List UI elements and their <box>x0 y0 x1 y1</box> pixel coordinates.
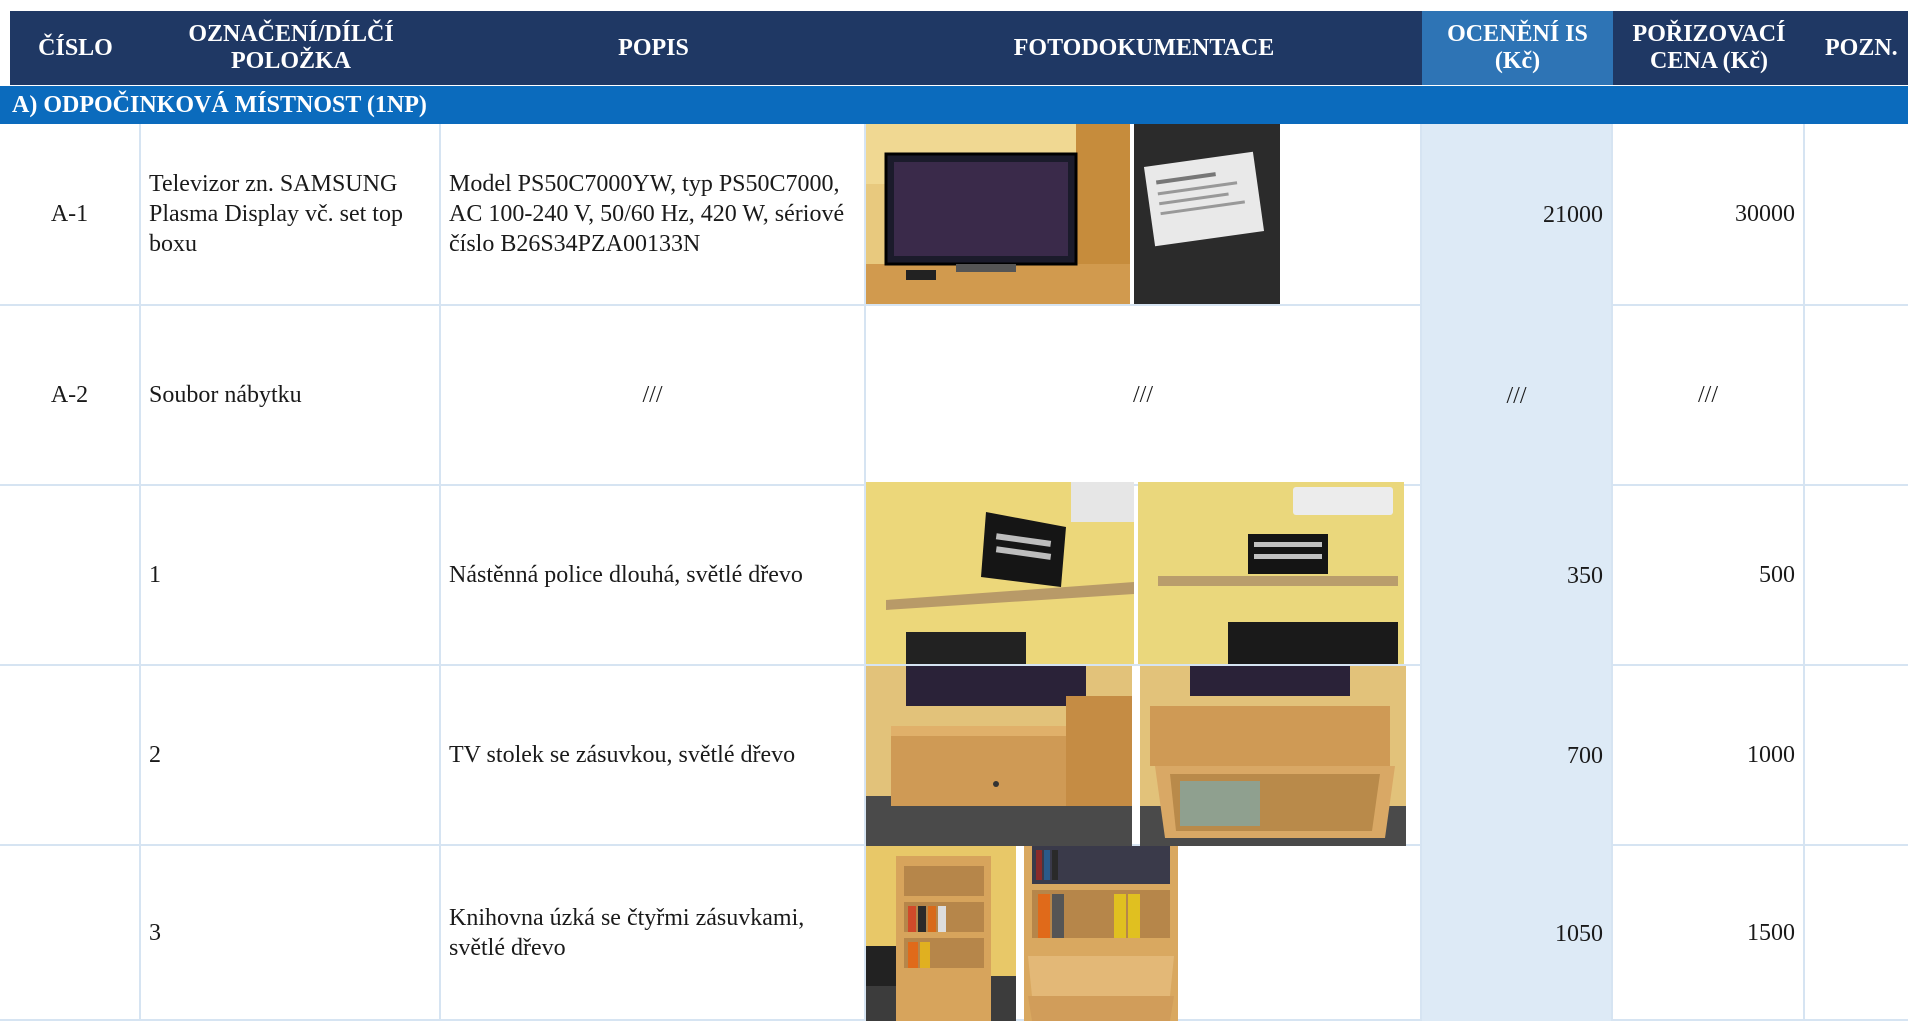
cell-oznaceni[interactable]: Televizor zn. SAMSUNG Plasma Display vč.… <box>141 124 441 306</box>
bookcase-photo[interactable] <box>866 846 1016 1021</box>
header-porizovaci-cena[interactable]: POŘIZOVACÍ CENA (Kč) <box>1613 11 1805 85</box>
cell-oceneni[interactable]: /// <box>1422 306 1613 486</box>
header-oznaceni[interactable]: OZNAČENÍ/DÍLČÍ POLOŽKA <box>141 11 441 85</box>
cell-pozn[interactable] <box>1805 486 1908 666</box>
wall-shelf-photo[interactable] <box>866 482 1134 664</box>
cell-text: 3 <box>149 919 161 946</box>
cell-text: Nástěnná police dlouhá, světlé dřevo <box>449 562 803 588</box>
cell-fotodokumentace[interactable]: /// <box>866 306 1422 486</box>
header-pozn-label: POZN. <box>1825 34 1898 61</box>
header-oznaceni-label: OZNAČENÍ/DÍLČÍ POLOŽKA <box>188 21 394 74</box>
cell-text: Knihovna úzká se čtyřmi zásuvkami, světl… <box>449 904 805 961</box>
cell-text: TV stolek se zásuvkou, světlé dřevo <box>449 742 796 768</box>
section-title-label: A) ODPOČINKOVÁ MÍSTNOST (1NP) <box>12 92 427 118</box>
table-row: 2 TV stolek se zásuvkou, světlé dřevo 70… <box>0 666 1908 846</box>
cell-pozn[interactable] <box>1805 666 1908 846</box>
cell-text: Televizor zn. SAMSUNG Plasma Display vč.… <box>149 171 403 257</box>
tv-photo[interactable] <box>866 124 1130 304</box>
wall-shelf-photo[interactable] <box>1138 482 1404 664</box>
section-title: A) ODPOČINKOVÁ MÍSTNOST (1NP) <box>0 86 1908 124</box>
header-popis[interactable]: POPIS <box>441 11 866 85</box>
cell-text: 1000 <box>1747 742 1795 768</box>
cell-text: A-2 <box>50 382 89 408</box>
header-porizovaci-label: POŘIZOVACÍ CENA (Kč) <box>1632 21 1786 74</box>
bookcase-drawers-photo[interactable] <box>1024 846 1178 1021</box>
cell-oznaceni[interactable]: 1 <box>141 486 441 666</box>
cell-text: /// <box>1697 382 1718 408</box>
cell-porizovaci-cena[interactable]: 1000 <box>1613 666 1805 846</box>
cell-fotodokumentace[interactable] <box>866 482 1422 666</box>
cell-popis[interactable]: TV stolek se zásuvkou, světlé dřevo <box>441 666 866 846</box>
cell-text: 21000 <box>1543 202 1603 228</box>
cell-text: Model PS50C7000YW, typ PS50C7000, AC 100… <box>449 171 845 257</box>
cell-oceneni[interactable]: 350 <box>1422 486 1613 666</box>
table-row: 1 Nástěnná police dlouhá, světlé dřevo 3… <box>0 482 1908 666</box>
cell-porizovaci-cena[interactable]: 1500 <box>1613 846 1805 1021</box>
cell-oceneni[interactable]: 1050 <box>1422 846 1613 1021</box>
cell-text: 350 <box>1567 563 1603 589</box>
cell-text: /// <box>1132 382 1153 408</box>
header-fotodokumentace[interactable]: FOTODOKUMENTACE <box>866 11 1422 85</box>
cell-text: 2 <box>149 742 161 768</box>
header-popis-label: POPIS <box>618 34 689 61</box>
header-oceneni-label: OCENĚNÍ IS (Kč) <box>1447 21 1588 74</box>
tv-label-photo[interactable] <box>1134 124 1280 304</box>
cell-cislo[interactable] <box>0 666 141 846</box>
table-row: A-1 Televizor zn. SAMSUNG Plasma Display… <box>0 124 1908 306</box>
cell-oceneni[interactable]: 700 <box>1422 666 1613 846</box>
cell-popis[interactable]: /// <box>441 306 866 486</box>
cell-cislo[interactable] <box>0 846 141 1021</box>
header-pozn[interactable]: POZN. <box>1805 11 1908 85</box>
cell-oceneni[interactable]: 21000 <box>1422 124 1613 306</box>
cell-pozn[interactable] <box>1805 306 1908 486</box>
cell-text: 1050 <box>1555 920 1603 947</box>
cell-fotodokumentace[interactable] <box>866 666 1422 846</box>
cell-pozn[interactable] <box>1805 124 1908 306</box>
header-oceneni[interactable]: OCENĚNÍ IS (Kč) <box>1422 11 1613 85</box>
header-cislo-label: ČÍSLO <box>38 34 113 61</box>
table-row: 3 Knihovna úzká se čtyřmi zásuvkami, svě… <box>0 846 1908 1021</box>
tv-stand-open-drawer-photo[interactable] <box>1140 666 1406 846</box>
cell-fotodokumentace[interactable] <box>866 124 1422 306</box>
tv-stand-photo[interactable] <box>866 666 1132 846</box>
header-cislo[interactable]: ČÍSLO <box>10 11 141 85</box>
cell-porizovaci-cena[interactable]: 500 <box>1613 486 1805 666</box>
cell-text: /// <box>642 382 663 408</box>
cell-text: 1500 <box>1747 919 1795 946</box>
cell-oznaceni[interactable]: Soubor nábytku <box>141 306 441 486</box>
table-header: ČÍSLO OZNAČENÍ/DÍLČÍ POLOŽKA POPIS FOTOD… <box>0 0 1908 86</box>
header-foto-label: FOTODOKUMENTACE <box>1013 34 1275 61</box>
cell-porizovaci-cena[interactable]: /// <box>1613 306 1805 486</box>
cell-pozn[interactable] <box>1805 846 1908 1021</box>
cell-cislo[interactable]: A-1 <box>0 124 141 306</box>
cell-text: 700 <box>1567 743 1603 769</box>
cell-fotodokumentace[interactable] <box>866 846 1422 1021</box>
cell-text: 500 <box>1759 562 1795 588</box>
cell-cislo[interactable]: A-2 <box>0 306 141 486</box>
cell-porizovaci-cena[interactable]: 30000 <box>1613 124 1805 306</box>
cell-text: 1 <box>149 562 161 588</box>
cell-popis[interactable]: Knihovna úzká se čtyřmi zásuvkami, světl… <box>441 846 866 1021</box>
cell-text: Soubor nábytku <box>149 382 302 408</box>
cell-cislo[interactable] <box>0 486 141 666</box>
cell-text: 30000 <box>1735 201 1795 227</box>
cell-oznaceni[interactable]: 2 <box>141 666 441 846</box>
cell-text: A-1 <box>50 201 89 227</box>
cell-text: /// <box>1506 383 1527 409</box>
cell-oznaceni[interactable]: 3 <box>141 846 441 1021</box>
table-row: A-2 Soubor nábytku /// /// /// /// <box>0 306 1908 486</box>
cell-popis[interactable]: Nástěnná police dlouhá, světlé dřevo <box>441 486 866 666</box>
cell-popis[interactable]: Model PS50C7000YW, typ PS50C7000, AC 100… <box>441 124 866 306</box>
